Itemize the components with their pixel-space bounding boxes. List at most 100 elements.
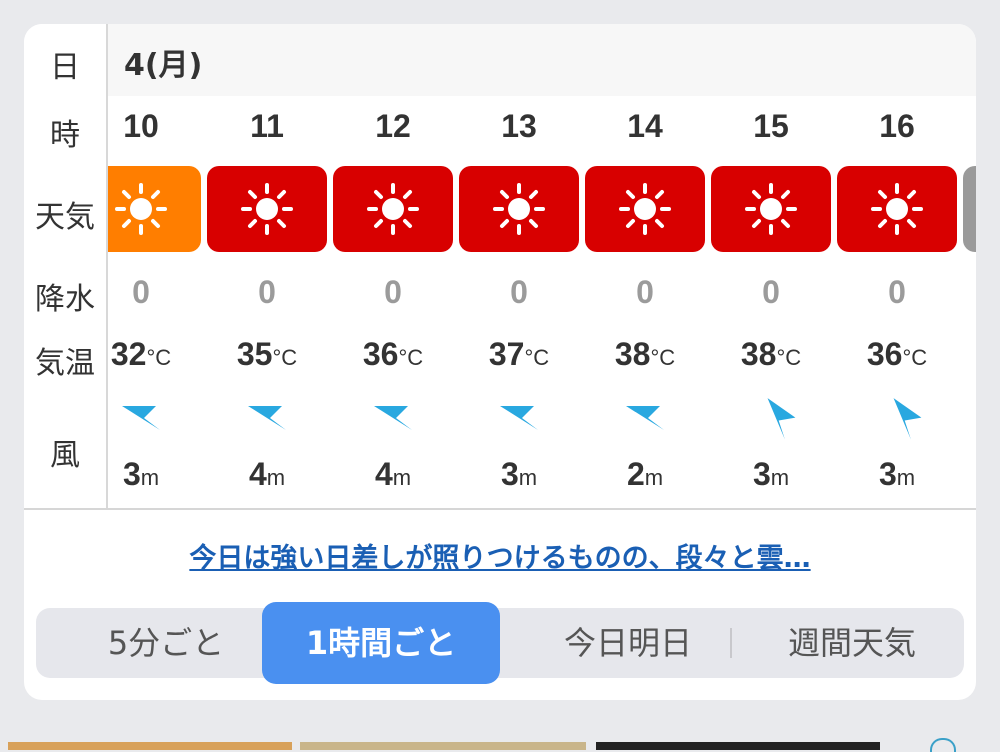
hour-column: 12 0 36°C 4m xyxy=(330,24,456,508)
wind-arrow-southwest-icon xyxy=(248,406,286,430)
weather-tile[interactable] xyxy=(711,166,831,252)
hour-number: 12 xyxy=(375,108,411,144)
wind-arrow-southwest-icon xyxy=(626,406,664,430)
label-temp: 気温 xyxy=(35,346,95,381)
tab-today-tomorrow[interactable]: 今日明日 xyxy=(528,608,728,678)
weather-tile[interactable] xyxy=(108,166,201,252)
tab-5min[interactable]: 5分ごと xyxy=(66,608,266,678)
sun-icon xyxy=(241,183,293,235)
tab-hourly[interactable]: 1時間ごと xyxy=(262,602,500,684)
hour-number: 14 xyxy=(627,108,663,144)
hour-column: 13 0 37°C 3m xyxy=(456,24,582,508)
weather-tile[interactable] xyxy=(207,166,327,252)
wind-speed-unit: m xyxy=(770,465,790,490)
wind-speed-number: 3 xyxy=(878,456,897,492)
label-hour: 時 xyxy=(50,118,80,153)
precip-value: 0 xyxy=(636,274,654,310)
wind-speed-number: 3 xyxy=(122,456,141,492)
weather-tile-partial[interactable] xyxy=(963,166,976,252)
temp-value: 38°C xyxy=(708,336,834,373)
sun-icon xyxy=(871,183,923,235)
wind-arrow-south-icon xyxy=(767,398,796,440)
precip-value: 0 xyxy=(258,274,276,310)
tab-weekly[interactable]: 週間天気 xyxy=(752,608,952,678)
hour-column: 15 0 38°C 3m xyxy=(708,24,834,508)
temp-value: 32°C xyxy=(108,336,204,373)
temp-unit: °C xyxy=(776,345,802,370)
wind-arrow-southwest-icon xyxy=(500,406,538,430)
sun-icon xyxy=(619,183,671,235)
label-day: 日 xyxy=(50,50,80,85)
wind-speed-value: 3m xyxy=(708,456,834,493)
hour-number: 16 xyxy=(879,108,915,144)
temp-value: 36°C xyxy=(834,336,960,373)
divider xyxy=(24,508,976,510)
wind-speed-value: 3m xyxy=(834,456,960,493)
wind-speed-value: 2m xyxy=(582,456,708,493)
temp-unit: °C xyxy=(524,345,550,370)
temp-number: 32 xyxy=(110,336,147,372)
temp-number: 36 xyxy=(362,336,399,372)
wind-speed-number: 2 xyxy=(626,456,645,492)
hourly-grid[interactable]: 10 0 32°C 3m 11 0 35°C 4m 12 0 36°C 4m 1… xyxy=(108,24,976,508)
hour-number: 15 xyxy=(753,108,789,144)
wind-speed-number: 3 xyxy=(500,456,519,492)
precip-value: 0 xyxy=(132,274,150,310)
weather-tile[interactable] xyxy=(837,166,957,252)
wind-speed-value: 3m xyxy=(108,456,204,493)
wind-speed-value: 4m xyxy=(330,456,456,493)
weather-tile[interactable] xyxy=(459,166,579,252)
sun-icon xyxy=(493,183,545,235)
hour-column: 14 0 38°C 2m xyxy=(582,24,708,508)
temp-number: 36 xyxy=(866,336,903,372)
ad-thumbnail[interactable] xyxy=(596,742,880,750)
wind-speed-number: 4 xyxy=(374,456,393,492)
weather-tile[interactable] xyxy=(585,166,705,252)
temp-number: 37 xyxy=(488,336,525,372)
ad-thumbnail[interactable] xyxy=(8,742,292,750)
hour-column: 11 0 35°C 4m xyxy=(204,24,330,508)
wind-speed-number: 4 xyxy=(248,456,267,492)
temp-unit: °C xyxy=(650,345,676,370)
label-weather: 天気 xyxy=(35,200,95,235)
hour-number: 11 xyxy=(250,108,284,144)
wind-speed-unit: m xyxy=(140,465,160,490)
hour-column: 16 0 36°C 3m xyxy=(834,24,960,508)
temp-unit: °C xyxy=(146,345,172,370)
wind-arrow-south-icon xyxy=(893,398,922,440)
sun-icon xyxy=(115,183,167,235)
wind-speed-value: 4m xyxy=(204,456,330,493)
weather-card: 4(月) 日 時 天気 降水 気温 風 10 0 32°C 3m 11 0 35… xyxy=(24,24,976,700)
interval-segmented-control: 5分ごと 1時間ごと 今日明日 週間天気 xyxy=(36,602,964,684)
wind-arrow-southwest-icon xyxy=(374,406,412,430)
hour-column: 10 0 32°C 3m xyxy=(108,24,204,508)
temp-value: 38°C xyxy=(582,336,708,373)
temp-number: 38 xyxy=(614,336,651,372)
wind-speed-unit: m xyxy=(644,465,664,490)
temp-unit: °C xyxy=(902,345,928,370)
row-labels: 日 時 天気 降水 気温 風 xyxy=(24,24,108,508)
wind-speed-unit: m xyxy=(518,465,538,490)
weather-tile[interactable] xyxy=(333,166,453,252)
wind-speed-value: 3m xyxy=(456,456,582,493)
temp-value: 36°C xyxy=(330,336,456,373)
label-wind: 風 xyxy=(50,438,80,473)
hour-number: 10 xyxy=(123,108,159,144)
temp-unit: °C xyxy=(398,345,424,370)
sun-icon xyxy=(367,183,419,235)
wind-speed-number: 3 xyxy=(752,456,771,492)
temp-unit: °C xyxy=(272,345,298,370)
precip-value: 0 xyxy=(762,274,780,310)
temp-value: 35°C xyxy=(204,336,330,373)
precip-value: 0 xyxy=(510,274,528,310)
tab-separator xyxy=(730,628,732,658)
sun-icon xyxy=(745,183,797,235)
temp-value: 37°C xyxy=(456,336,582,373)
wind-speed-unit: m xyxy=(266,465,286,490)
temp-number: 38 xyxy=(740,336,777,372)
forecast-summary-link[interactable]: 今日は強い日差しが照りつけるものの、段々と雲… xyxy=(24,536,976,575)
ad-thumbnail[interactable] xyxy=(300,742,586,750)
wind-speed-unit: m xyxy=(392,465,412,490)
hour-number: 13 xyxy=(501,108,537,144)
precip-value: 0 xyxy=(888,274,906,310)
